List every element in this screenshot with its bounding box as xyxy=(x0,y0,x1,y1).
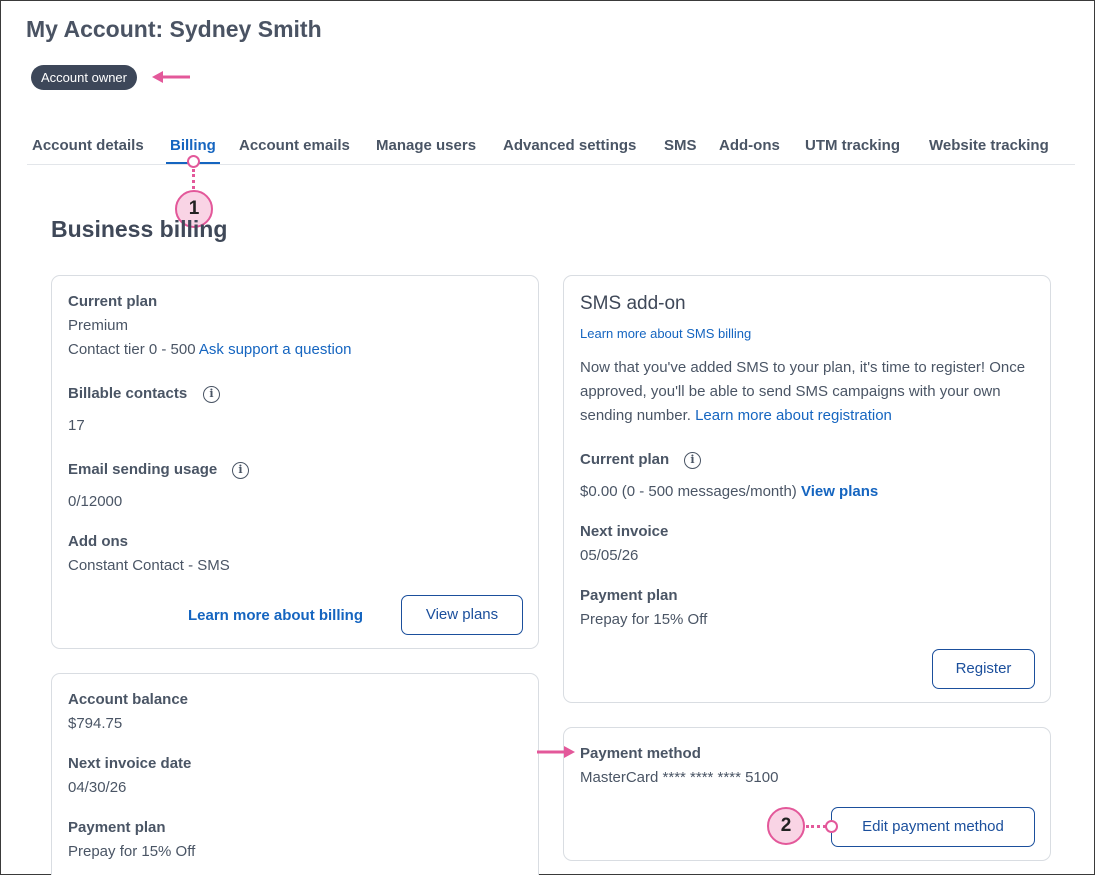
tab-website-tracking[interactable]: Website tracking xyxy=(929,137,1049,154)
billable-contacts-label: Billable contacts xyxy=(68,385,188,402)
addons-value: Constant Contact - SMS xyxy=(68,557,230,574)
email-usage-info-icon[interactable]: i xyxy=(232,462,249,479)
account-tabs: Account details Billing Account emails M… xyxy=(27,137,1075,165)
sms-current-plan-label: Current plan xyxy=(580,451,670,468)
next-invoice-date-value: 04/30/26 xyxy=(68,779,127,796)
register-button[interactable]: Register xyxy=(932,649,1035,689)
edit-payment-method-button[interactable]: Edit payment method xyxy=(831,807,1035,847)
tab-utm-tracking[interactable]: UTM tracking xyxy=(805,137,900,154)
next-invoice-date-label: Next invoice date xyxy=(68,755,192,772)
sms-card-title: SMS add-on xyxy=(580,293,686,314)
tab-account-emails[interactable]: Account emails xyxy=(239,137,350,154)
payment-method-label: Payment method xyxy=(580,745,701,762)
callout-2-anchor xyxy=(825,820,838,833)
payment-plan-label: Payment plan xyxy=(68,819,166,836)
tab-account-details[interactable]: Account details xyxy=(32,137,144,154)
account-balance-label: Account balance xyxy=(68,691,189,708)
sms-payment-plan-label: Payment plan xyxy=(580,587,678,604)
ask-support-link[interactable]: Ask support a question xyxy=(199,341,352,358)
sms-next-invoice-value: 05/05/26 xyxy=(580,547,639,564)
billable-contacts-value: 17 xyxy=(68,417,85,434)
sms-addon-card: SMS add-on Learn more about SMS billing … xyxy=(563,275,1051,703)
callout-2: 2 xyxy=(767,807,805,845)
plan-card: Current plan Premium Contact tier 0 - 50… xyxy=(51,275,539,649)
sms-billing-link[interactable]: Learn more about SMS billing xyxy=(580,326,751,341)
tab-manage-users[interactable]: Manage users xyxy=(376,137,476,154)
sms-next-invoice-label: Next invoice xyxy=(580,523,669,540)
sms-view-plans-link[interactable]: View plans xyxy=(801,483,878,500)
account-balance-value: $794.75 xyxy=(68,715,123,732)
callout-1-anchor xyxy=(187,155,200,168)
sms-description: Now that you've added SMS to your plan, … xyxy=(580,356,1040,428)
page-title: My Account: Sydney Smith xyxy=(26,16,322,42)
callout-2-connector xyxy=(806,825,826,828)
sms-current-plan-info-icon[interactable]: i xyxy=(684,452,701,469)
email-usage-value: 0/12000 xyxy=(68,493,123,510)
registration-link[interactable]: Learn more about registration xyxy=(695,407,892,424)
contact-tier-value: Contact tier 0 - 500 xyxy=(68,341,196,358)
learn-billing-link[interactable]: Learn more about billing xyxy=(188,607,363,624)
learn-billing-link-text[interactable]: Learn more about billing xyxy=(188,607,363,624)
tab-billing[interactable]: Billing xyxy=(166,137,220,164)
current-plan-label: Current plan xyxy=(68,293,158,310)
current-plan-value: Premium xyxy=(68,317,129,334)
badge-pointer-arrow-icon xyxy=(152,71,190,83)
billable-contacts-info-icon[interactable]: i xyxy=(203,386,220,403)
contact-tier-row: Contact tier 0 - 500 Ask support a quest… xyxy=(68,341,352,358)
payment-plan-value: Prepay for 15% Off xyxy=(68,843,196,860)
sms-plan-row: $0.00 (0 - 500 messages/month) View plan… xyxy=(580,483,878,500)
tab-advanced-settings[interactable]: Advanced settings xyxy=(503,137,636,154)
payment-pointer-arrow-icon xyxy=(537,746,575,758)
payment-method-card: Payment method MasterCard **** **** ****… xyxy=(563,727,1051,861)
sms-current-plan-value: $0.00 (0 - 500 messages/month) xyxy=(580,483,797,500)
payment-method-value: MasterCard **** **** **** 5100 xyxy=(580,769,779,786)
view-plans-button[interactable]: View plans xyxy=(401,595,523,635)
sms-payment-plan-value: Prepay for 15% Off xyxy=(580,611,708,628)
section-title: Business billing xyxy=(51,216,228,242)
callout-1-connector xyxy=(192,169,195,189)
email-usage-label: Email sending usage xyxy=(68,461,218,478)
tab-sms[interactable]: SMS xyxy=(664,137,697,154)
tab-add-ons[interactable]: Add-ons xyxy=(719,137,780,154)
account-owner-badge: Account owner xyxy=(31,65,137,90)
balance-card: Account balance $794.75 Next invoice dat… xyxy=(51,673,539,875)
addons-label: Add ons xyxy=(68,533,128,550)
